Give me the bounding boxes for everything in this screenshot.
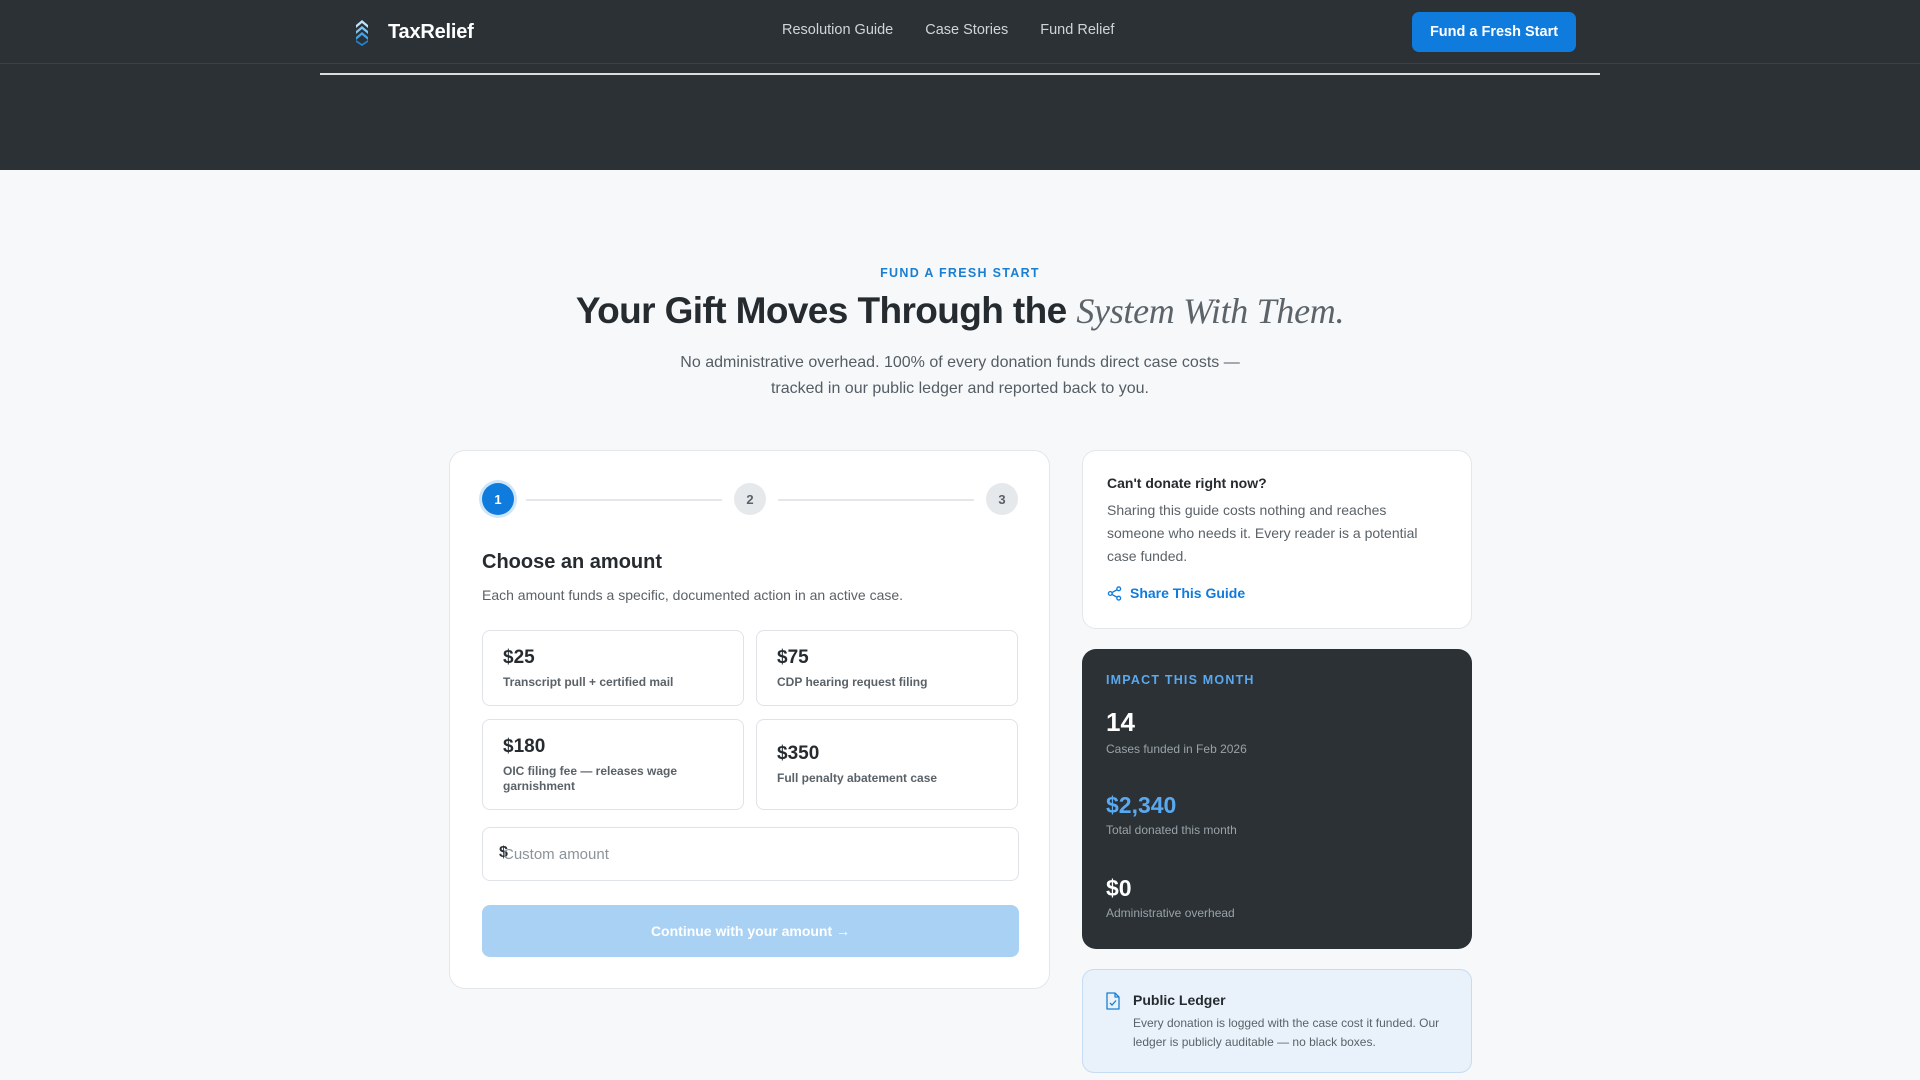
brand-name: TaxRelief: [388, 20, 474, 43]
form-title: Choose an amount: [482, 551, 663, 573]
amount-label: Full penalty abatement case: [777, 771, 938, 785]
share-icon: [1107, 585, 1122, 601]
step-connector: [778, 499, 974, 501]
nav-bar: TaxRelief Resolution Guide Case Stories …: [0, 0, 1920, 64]
header-divider: [320, 73, 1600, 75]
step-connector: [526, 499, 722, 501]
ledger-text: Every donation is logged with the case c…: [1133, 1016, 1440, 1049]
amount-value: $25: [503, 646, 535, 668]
stat-label: Administrative overhead: [1106, 906, 1235, 920]
amount-option-25[interactable]: $25 Transcript pull + certified mail: [482, 630, 744, 706]
step-2-indicator: 2: [734, 483, 766, 515]
brand-logo[interactable]: TaxRelief: [350, 18, 474, 46]
amount-option-75[interactable]: $75 CDP hearing request filing: [756, 630, 1018, 706]
stat-value: $0: [1106, 875, 1132, 901]
main-nav: Resolution Guide Case Stories Fund Relie…: [782, 22, 1114, 38]
impact-card: IMPACT THIS MONTH 14 Cases funded in Feb…: [1082, 649, 1472, 949]
share-card: Can't donate right now? Sharing this gui…: [1082, 450, 1472, 629]
custom-amount-input[interactable]: [503, 828, 1003, 880]
amount-value: $75: [777, 646, 809, 668]
document-icon: [1106, 992, 1120, 1010]
stat-value: 14: [1106, 707, 1135, 737]
impact-heading: IMPACT THIS MONTH: [1106, 673, 1255, 687]
donation-form-card: 1 2 3 Choose an amount Each amount funds…: [449, 450, 1050, 989]
form-description: Each amount funds a specific, documented…: [482, 587, 904, 603]
nav-link-case-stories[interactable]: Case Stories: [925, 22, 1008, 38]
stat-cases-funded: 14 Cases funded in Feb 2026: [1106, 707, 1247, 756]
title-accent: System With Them.: [1076, 291, 1345, 331]
nav-link-resolution-guide[interactable]: Resolution Guide: [782, 22, 893, 38]
amount-option-180[interactable]: $180 OIC filing fee — releases wage garn…: [482, 719, 744, 810]
share-link-label: Share This Guide: [1130, 585, 1246, 601]
share-guide-link[interactable]: Share This Guide: [1107, 585, 1245, 601]
continue-button[interactable]: Continue with your amount →: [482, 905, 1019, 957]
fund-fresh-start-button[interactable]: Fund a Fresh Start: [1412, 12, 1576, 52]
ledger-title: Public Ledger: [1133, 992, 1226, 1008]
amount-value: $180: [503, 735, 546, 757]
share-text: Sharing this guide costs nothing and rea…: [1107, 502, 1418, 564]
stat-admin-overhead: $0 Administrative overhead: [1106, 875, 1235, 920]
amount-label: Transcript pull + certified mail: [503, 674, 674, 689]
site-header: TaxRelief Resolution Guide Case Stories …: [0, 0, 1920, 170]
stacked-chevrons-icon: [356, 20, 368, 46]
page-title: Your Gift Moves Through the System With …: [0, 290, 1920, 332]
custom-amount-field: $: [482, 827, 1019, 881]
amount-label: CDP hearing request filing: [777, 674, 928, 689]
step-3-indicator: 3: [986, 483, 1018, 515]
section-eyebrow: FUND A FRESH START: [880, 266, 1040, 280]
stat-label: Total donated this month: [1106, 823, 1237, 837]
step-1-indicator: 1: [482, 483, 514, 515]
amount-option-350[interactable]: $350 Full penalty abatement case: [756, 719, 1018, 810]
amount-label: OIC filing fee — releases wage garnishme…: [503, 763, 678, 793]
title-main: Your Gift Moves Through the: [575, 290, 1077, 331]
public-ledger-card: Public Ledger Every donation is logged w…: [1082, 969, 1472, 1073]
stat-total-donated: $2,340 Total donated this month: [1106, 792, 1237, 837]
nav-link-fund-relief[interactable]: Fund Relief: [1040, 22, 1114, 38]
page-subtitle: No administrative overhead. 100% of ever…: [680, 354, 1240, 397]
stat-value: $2,340: [1106, 792, 1177, 818]
stat-label: Cases funded in Feb 2026: [1106, 742, 1247, 756]
amount-value: $350: [777, 743, 820, 764]
share-title: Can't donate right now?: [1107, 475, 1267, 491]
